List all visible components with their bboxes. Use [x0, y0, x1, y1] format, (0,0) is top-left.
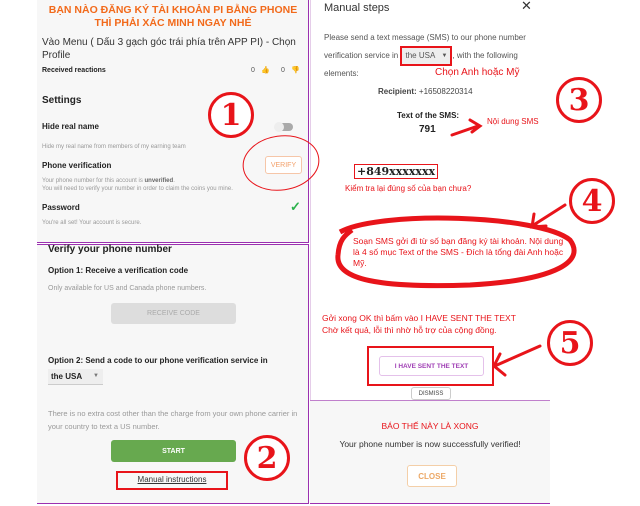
step-4-badge: 4	[569, 178, 615, 224]
arrow-step4	[530, 203, 567, 229]
step-1-badge: 1	[208, 92, 254, 138]
step-3-badge: 3	[556, 77, 602, 123]
verify-highlight-ellipse	[242, 135, 320, 191]
arrow-step5	[492, 344, 542, 377]
check-number-note: Kiểm tra lại đúng số của bạn chưa?	[345, 184, 472, 193]
compose-note: Soạn SMS gởi đi từ số bạn đăng ký tài kh…	[353, 236, 564, 268]
sent-note-2: Chờ kết quả, lỗi thì nhờ hỗ trợ của cộng…	[322, 325, 497, 335]
arrow-sms	[450, 118, 483, 137]
step-2-badge: 2	[244, 435, 290, 481]
sent-note-1: Gởi xong OK thì bấm vào I HAVE SENT THE …	[322, 313, 516, 323]
step-5-badge: 5	[547, 320, 593, 366]
sms-content-note: Nội dung SMS	[487, 117, 539, 126]
choose-country-note: Chọn Anh hoặc Mỹ	[435, 67, 520, 78]
